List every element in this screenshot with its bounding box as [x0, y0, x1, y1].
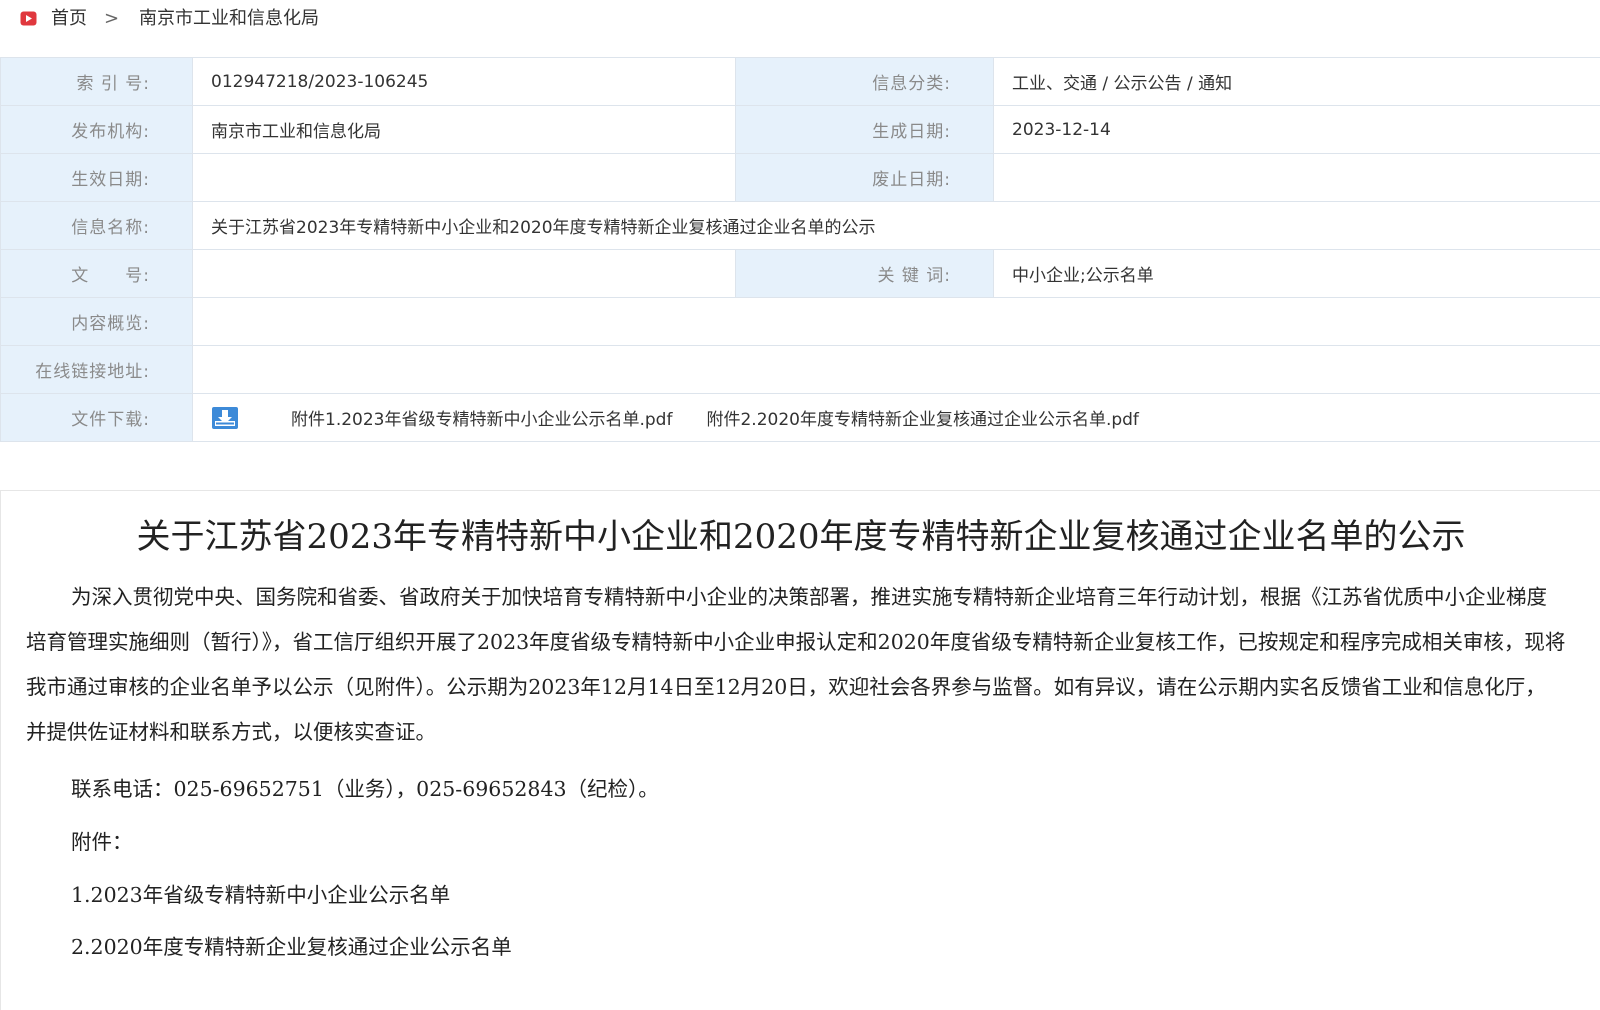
meta-row-publisher: 发布机构: 南京市工业和信息化局 生成日期: 2023-12-14	[1, 106, 1600, 154]
index-value: 012947218/2023-106245	[193, 58, 736, 106]
breadcrumb: 首页 > 南京市工业和信息化局	[0, 0, 1600, 40]
online-link-value	[193, 346, 1600, 394]
summary-label: 内容概览:	[1, 298, 193, 346]
keywords-label: 关 键 词:	[736, 250, 994, 298]
article-body-paragraph: 为深入贯彻党中央、国务院和省委、省政府关于加快培育专精特新中小企业的决策部署，推…	[26, 575, 1566, 755]
doc-number-label: 文 号:	[1, 250, 193, 298]
contact-line: 联系电话：025-69652751（业务），025-69652843（纪检）。	[71, 772, 659, 802]
meta-row-summary: 内容概览:	[1, 298, 1600, 346]
info-name-label: 信息名称:	[1, 202, 193, 250]
keywords-value: 中小企业;公示名单	[994, 250, 1600, 298]
breadcrumb-separator: >	[104, 8, 119, 29]
meta-row-index: 索 引 号: 012947218/2023-106245 信息分类: 工业、交通…	[1, 58, 1600, 106]
meta-row-dates: 生效日期: 废止日期:	[1, 154, 1600, 202]
category-label: 信息分类:	[736, 58, 994, 106]
attachments-heading: 附件：	[71, 825, 133, 855]
download-cell: 附件1.2023年省级专精特新中小企业公示名单.pdf 附件2.2020年度专精特…	[193, 394, 1600, 442]
expire-date-label: 废止日期:	[736, 154, 994, 202]
publisher-value: 南京市工业和信息化局	[193, 106, 736, 154]
meta-row-download: 文件下载: 附件1.2023年省级专精特新中小企业公示名单.pdf 附件2.202…	[1, 394, 1600, 442]
summary-value	[193, 298, 1600, 346]
created-date-value: 2023-12-14	[994, 106, 1600, 154]
category-value: 工业、交通 / 公示公告 / 通知	[994, 58, 1600, 106]
effective-date-label: 生效日期:	[1, 154, 193, 202]
doc-number-value	[193, 250, 736, 298]
metadata-table: 索 引 号: 012947218/2023-106245 信息分类: 工业、交通…	[0, 57, 1600, 442]
expire-date-value	[994, 154, 1600, 202]
info-name-value: 关于江苏省2023年专精特新中小企业和2020年度专精特新企业复核通过企业名单的…	[193, 202, 1600, 250]
meta-row-link: 在线链接地址:	[1, 346, 1600, 394]
effective-date-value	[193, 154, 736, 202]
breadcrumb-home-link[interactable]: 首页	[51, 8, 87, 30]
attachment-link-2[interactable]: 附件2.2020年度专精特新企业复核通过企业公示名单.pdf	[706, 410, 1138, 430]
meta-row-docno: 文 号: 关 键 词: 中小企业;公示名单	[1, 250, 1600, 298]
online-link-label: 在线链接地址:	[1, 346, 193, 394]
download-icon[interactable]	[211, 406, 239, 430]
breadcrumb-current-link[interactable]: 南京市工业和信息化局	[139, 8, 319, 30]
article-title: 关于江苏省2023年专精特新中小企业和2020年度专精特新企业复核通过企业名单的…	[1, 509, 1600, 558]
home-icon[interactable]	[20, 11, 37, 26]
attachment-item-1[interactable]: 1.2023年省级专精特新中小企业公示名单	[71, 878, 450, 908]
article: 关于江苏省2023年专精特新中小企业和2020年度专精特新企业复核通过企业名单的…	[0, 490, 1600, 1010]
created-date-label: 生成日期:	[736, 106, 994, 154]
attachment-link-1[interactable]: 附件1.2023年省级专精特新中小企业公示名单.pdf	[291, 410, 672, 430]
attachment-item-2[interactable]: 2.2020年度专精特新企业复核通过企业公示名单	[71, 930, 512, 960]
download-label: 文件下载:	[1, 394, 193, 442]
publisher-label: 发布机构:	[1, 106, 193, 154]
meta-row-name: 信息名称: 关于江苏省2023年专精特新中小企业和2020年度专精特新企业复核通…	[1, 202, 1600, 250]
index-label: 索 引 号:	[1, 58, 193, 106]
